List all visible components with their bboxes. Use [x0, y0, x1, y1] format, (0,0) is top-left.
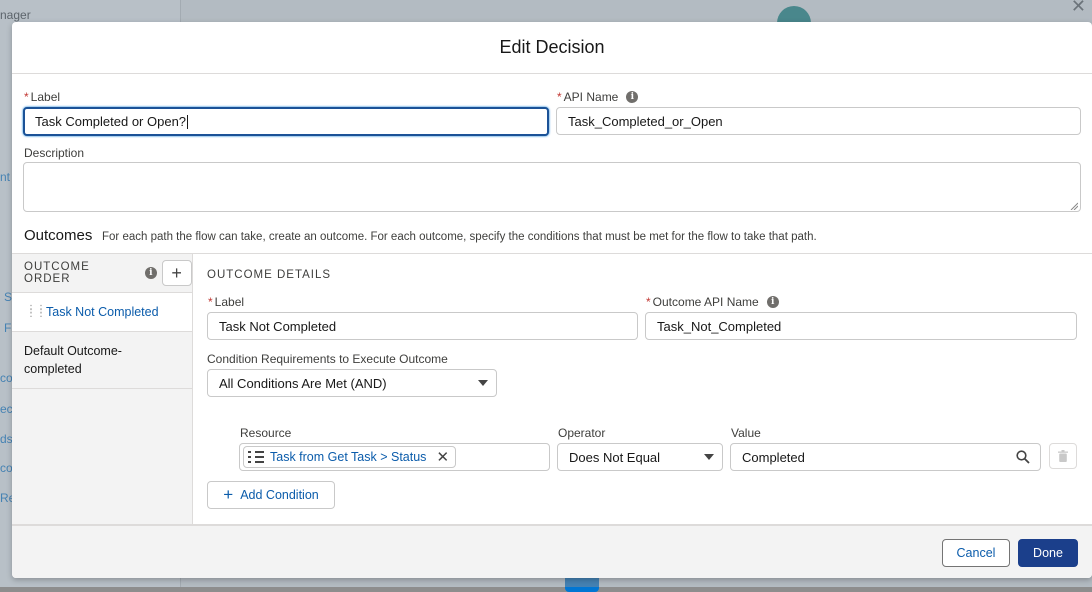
description-textarea[interactable]	[23, 162, 1081, 212]
plus-icon: +	[171, 262, 183, 283]
modal-footer: Cancel Done	[12, 525, 1092, 578]
operator-label-text: Operator	[558, 426, 606, 440]
outcome-details-title: OUTCOME DETAILS	[207, 269, 332, 281]
condition-requirements-select[interactable]: All Conditions Are Met (AND)	[207, 369, 497, 397]
chevron-down-icon	[704, 454, 714, 460]
api-name-field-label: * API Name i	[557, 90, 639, 104]
cancel-button-label: Cancel	[956, 546, 996, 560]
modal-title: Edit Decision	[499, 37, 605, 57]
required-marker: *	[24, 90, 29, 104]
condition-requirements-value: All Conditions Are Met (AND)	[219, 375, 387, 391]
operator-select[interactable]: Does Not Equal	[557, 443, 723, 471]
outcome-panel: OUTCOME ORDER i + ⋮⋮ ⋮⋮ Task Not Complete…	[12, 253, 1092, 525]
info-icon[interactable]: i	[145, 267, 158, 279]
modal-header: Edit Decision	[12, 22, 1092, 74]
chevron-down-icon	[478, 380, 488, 386]
info-icon[interactable]: i	[766, 296, 779, 308]
resource-label: Resource	[240, 426, 291, 440]
description-field-label: Description	[24, 146, 84, 160]
resource-pill[interactable]: Task from Get Task > Status ✕	[243, 446, 457, 468]
done-button-label: Done	[1033, 546, 1063, 560]
condition-requirements-label-text: Condition Requirements to Execute Outcom…	[207, 352, 448, 366]
delete-condition-button[interactable]	[1049, 443, 1077, 469]
value-input[interactable]: Completed	[730, 443, 1041, 471]
resource-pill-label: Task from Get Task > Status	[270, 450, 427, 464]
api-name-input-value: Task_Completed_or_Open	[568, 113, 723, 129]
label-input[interactable]: Task Completed or Open?	[23, 107, 549, 136]
value-input-value: Completed	[742, 449, 805, 465]
done-button[interactable]: Done	[1018, 539, 1078, 567]
outcome-api-name-input[interactable]: Task_Not_Completed	[645, 312, 1077, 340]
text-cursor	[187, 114, 189, 129]
add-outcome-button[interactable]: +	[162, 260, 193, 286]
add-condition-button[interactable]: + Add Condition	[207, 481, 335, 509]
operator-value: Does Not Equal	[569, 449, 661, 465]
outcome-api-name-value: Task_Not_Completed	[657, 318, 782, 334]
list-icon	[248, 451, 264, 463]
outcome-details-panel: OUTCOME DETAILS * Label Task Not Complet…	[194, 254, 1092, 524]
outcome-label-input[interactable]: Task Not Completed	[207, 312, 638, 340]
info-icon[interactable]: i	[626, 91, 639, 103]
required-marker: *	[646, 295, 651, 309]
required-marker: *	[208, 295, 213, 309]
outcomes-heading: Outcomes	[24, 227, 93, 244]
outcome-api-name-label-text: Outcome API Name	[652, 295, 759, 309]
close-icon[interactable]: ✕	[436, 448, 449, 466]
api-name-input[interactable]: Task_Completed_or_Open	[556, 107, 1081, 135]
plus-icon: +	[223, 485, 234, 504]
outcome-item-label: Default Outcome- completed	[24, 344, 122, 376]
outcome-api-name-field-label: * Outcome API Name i	[646, 295, 779, 309]
trash-icon	[1058, 450, 1068, 462]
outcome-label-text: Label	[214, 295, 245, 309]
edit-decision-modal: Edit Decision * Label Task Completed or …	[12, 22, 1092, 578]
outcome-order-list: OUTCOME ORDER i + ⋮⋮ ⋮⋮ Task Not Complete…	[12, 254, 193, 524]
label-input-value: Task Completed or Open?	[35, 114, 187, 129]
add-condition-label: Add Condition	[240, 488, 319, 502]
outcome-item-label: Task Not Completed	[46, 305, 159, 319]
operator-label: Operator	[558, 426, 605, 440]
label-text: Label	[30, 90, 61, 104]
condition-requirements-label: Condition Requirements to Execute Outcom…	[207, 352, 448, 366]
outcome-label-field-label: * Label	[208, 295, 244, 309]
outcomes-help-text: For each path the flow can take, create …	[102, 231, 817, 243]
outcome-order-title: OUTCOME ORDER	[24, 261, 90, 285]
outcome-order-header: OUTCOME ORDER i +	[12, 254, 193, 292]
value-label: Value	[731, 426, 761, 440]
api-name-label-text: API Name	[563, 90, 619, 104]
cancel-button[interactable]: Cancel	[942, 539, 1010, 567]
search-icon[interactable]	[1016, 450, 1030, 464]
value-label-text: Value	[731, 426, 761, 440]
outcome-label-value: Task Not Completed	[219, 318, 337, 334]
outcome-item-task-not-completed[interactable]: ⋮⋮ ⋮⋮ Task Not Completed	[12, 292, 192, 332]
outcome-item-default[interactable]: Default Outcome- completed	[12, 332, 192, 389]
required-marker: *	[557, 90, 562, 104]
resource-label-text: Resource	[240, 426, 292, 440]
label-field-label: * Label	[24, 90, 60, 104]
resize-handle-icon[interactable]	[1070, 202, 1078, 210]
drag-handle-icon[interactable]: ⋮⋮ ⋮⋮	[26, 305, 46, 319]
resource-input[interactable]: Task from Get Task > Status ✕	[239, 443, 550, 471]
description-label-text: Description	[24, 146, 85, 160]
